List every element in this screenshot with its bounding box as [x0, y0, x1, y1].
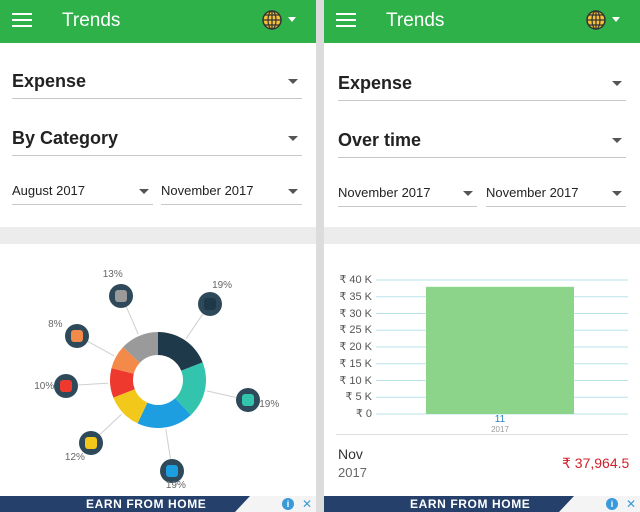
type-dropdown[interactable]: Expense — [12, 61, 302, 99]
ad-banner[interactable]: EARN FROM HOME i ✕ — [324, 496, 640, 512]
filters-panel: Expense Over time November 2017 November… — [324, 43, 640, 227]
trends-screen-over-time: Trends Expense Over time November 2017 N… — [324, 0, 640, 512]
view-dropdown[interactable]: Over time — [338, 120, 626, 158]
summary-year: 2017 — [338, 465, 367, 480]
icon-glyph — [241, 394, 254, 407]
from-month-dropdown[interactable]: November 2017 — [338, 177, 477, 207]
hamburger-menu-icon[interactable] — [336, 13, 356, 27]
view-dropdown-value: By Category — [12, 128, 119, 148]
over-time-chart-card: ₹ 0 ₹ 5 K ₹ 10 K ₹ 15 K ₹ 20 K ₹ 25 K ₹ 30 K ₹ … — [324, 244, 640, 496]
ad-banner[interactable]: EARN FROM HOME i ✕ — [0, 496, 316, 512]
chevron-down-icon — [612, 81, 622, 86]
y-tick-label: ₹ 35 K — [339, 290, 372, 303]
x-tick-label: 11 — [494, 414, 506, 425]
slice-percent-label: 13% — [102, 269, 123, 281]
y-tick-label: ₹ 20 K — [339, 341, 372, 353]
view-dropdown-value: Over time — [338, 130, 422, 150]
slice-percent-label: 19% — [212, 279, 233, 291]
slice-percent-label: 8% — [48, 319, 63, 331]
globe-icon[interactable] — [586, 10, 606, 30]
icon-glyph — [84, 436, 97, 449]
type-dropdown-value: Expense — [338, 73, 413, 93]
view-dropdown[interactable]: By Category — [12, 118, 302, 156]
to-month-value: November 2017 — [161, 183, 254, 198]
chevron-down-icon — [612, 138, 622, 143]
language-dropdown-icon[interactable] — [612, 17, 620, 22]
y-tick-label: ₹ 40 K — [339, 274, 372, 286]
slice-percent-label: 19% — [165, 480, 186, 491]
ad-text: EARN FROM HOME — [86, 497, 207, 511]
category-donut-chart — [78, 306, 237, 460]
app-bar-title: Trends — [386, 10, 445, 31]
icon-glyph — [60, 379, 73, 392]
icon-glyph — [115, 289, 128, 302]
globe-icon[interactable] — [262, 10, 282, 30]
ad-close-icon[interactable]: ✕ — [624, 497, 638, 511]
filters-panel: Expense By Category August 2017 November… — [0, 43, 316, 227]
chevron-down-icon — [288, 79, 298, 84]
chevron-down-icon — [612, 191, 622, 196]
to-month-value: November 2017 — [486, 185, 579, 200]
type-dropdown-value: Expense — [12, 71, 87, 91]
leader-line — [185, 313, 204, 339]
leader-line — [125, 306, 139, 335]
app-bar: Trends — [324, 0, 640, 43]
ad-close-icon[interactable]: ✕ — [300, 497, 314, 511]
to-month-dropdown[interactable]: November 2017 — [486, 177, 626, 207]
summary-month: Nov — [338, 446, 363, 462]
chevron-down-icon — [288, 189, 298, 194]
slice-percent-label: 19% — [259, 398, 280, 410]
summary-amount: ₹ 37,964.5 — [562, 455, 630, 471]
from-month-value: November 2017 — [338, 185, 431, 200]
y-tick-label: ₹ 30 K — [339, 307, 372, 320]
bill-icon[interactable] — [54, 373, 79, 398]
leader-line — [165, 429, 172, 460]
y-tick-label: ₹ 0 — [355, 408, 372, 420]
leader-line — [99, 413, 122, 436]
ad-info-icon[interactable]: i — [282, 498, 294, 510]
app-bar-title: Trends — [62, 10, 121, 31]
app-bar: Trends — [0, 0, 316, 43]
y-tick-label: ₹ 25 K — [339, 324, 372, 337]
chevron-down-icon — [463, 191, 473, 196]
icon-glyph — [166, 464, 179, 477]
to-month-dropdown[interactable]: November 2017 — [161, 175, 302, 205]
icon-glyph — [203, 297, 216, 310]
donut-slice[interactable] — [158, 332, 203, 371]
y-tick-label: ₹ 15 K — [339, 357, 372, 370]
x-tick-sublabel: 2017 — [491, 425, 509, 434]
trends-screen-by-category: Trends Expense By Category August 2017 N… — [0, 0, 316, 512]
basket-icon[interactable] — [65, 323, 90, 348]
leader-line — [78, 382, 109, 386]
slice-percent-label: 12% — [64, 452, 85, 464]
graduation-cap-icon[interactable] — [197, 291, 222, 316]
slice-percent-label: 10% — [34, 381, 55, 393]
leader-line — [206, 390, 237, 398]
cash-register-icon[interactable] — [235, 388, 260, 413]
money-stack-icon[interactable] — [109, 283, 134, 308]
bar[interactable] — [426, 286, 574, 414]
type-dropdown[interactable]: Expense — [338, 63, 626, 101]
ad-info-icon[interactable]: i — [606, 498, 618, 510]
y-tick-label: ₹ 10 K — [339, 374, 372, 387]
category-chart-card: 19% 19% 19% 12% 10% 8% 13% — [0, 244, 316, 496]
icon-glyph — [71, 329, 84, 342]
chevron-down-icon — [288, 136, 298, 141]
hamburger-menu-icon[interactable] — [12, 13, 32, 27]
chevron-down-icon — [139, 189, 149, 194]
y-tick-label: ₹ 5 K — [345, 391, 372, 404]
language-dropdown-icon[interactable] — [288, 17, 296, 22]
leader-line — [87, 341, 115, 357]
from-month-value: August 2017 — [12, 183, 86, 198]
divider — [336, 434, 628, 435]
ad-text: EARN FROM HOME — [410, 497, 531, 511]
from-month-dropdown[interactable]: August 2017 — [12, 175, 153, 205]
